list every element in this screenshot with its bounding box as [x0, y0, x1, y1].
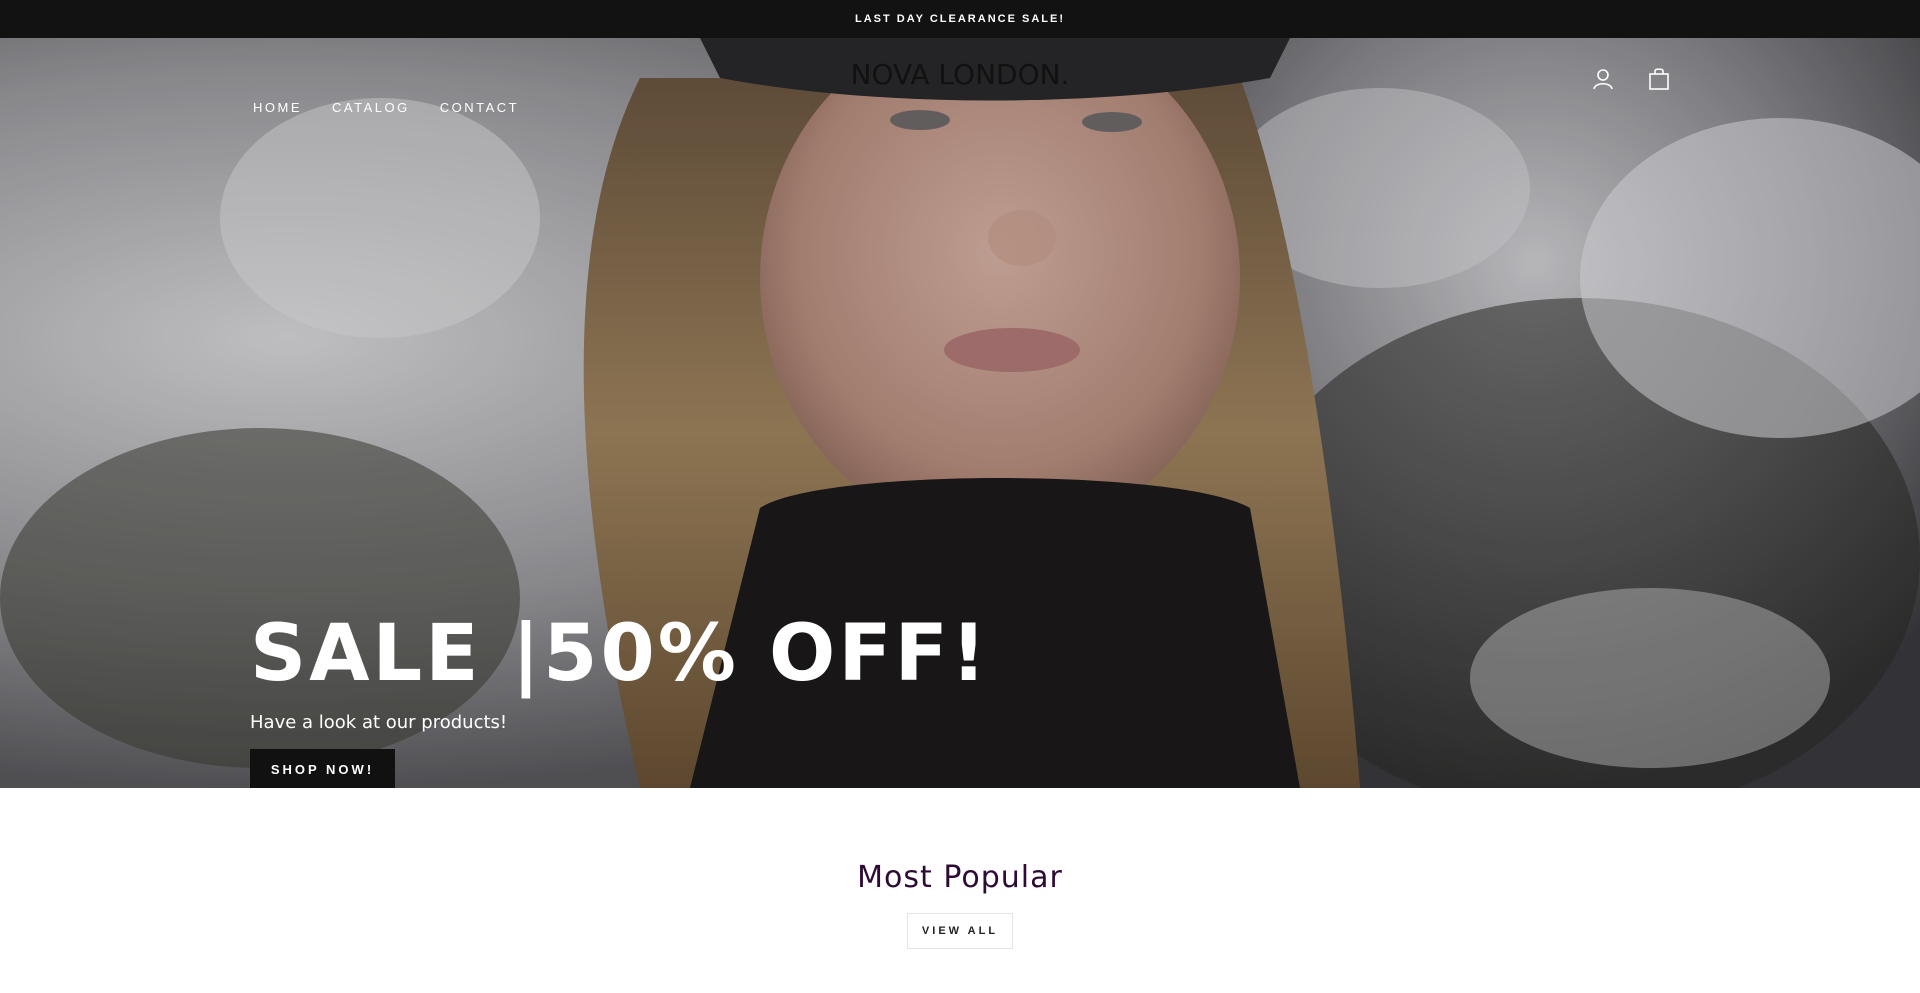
header-icons: [1590, 66, 1672, 92]
view-all-button[interactable]: VIEW ALL: [907, 913, 1013, 949]
section-title: Most Popular: [857, 860, 1063, 895]
nav-contact[interactable]: CONTACT: [440, 100, 519, 115]
account-icon[interactable]: [1590, 66, 1616, 92]
most-popular-section: Most Popular VIEW ALL: [0, 788, 1920, 993]
hero-content: SALE |50% OFF! Have a look at our produc…: [250, 608, 989, 788]
site-logo[interactable]: NOVA LONDON.: [851, 58, 1070, 91]
hero-title: SALE |50% OFF!: [250, 609, 990, 699]
cart-icon[interactable]: [1646, 66, 1672, 92]
nav-catalog[interactable]: CATALOG: [332, 100, 410, 115]
nav-home[interactable]: HOME: [253, 100, 302, 115]
shop-now-button[interactable]: SHOP NOW!: [250, 749, 395, 788]
hero-banner: HOME CATALOG CONTACT SALE |50% OFF! Have…: [0, 38, 1920, 788]
announcement-bar: LAST DAY CLEARANCE SALE!: [0, 0, 1920, 38]
announcement-text: LAST DAY CLEARANCE SALE!: [855, 13, 1065, 25]
hero-subtitle: Have a look at our products!: [250, 712, 508, 733]
main-nav: HOME CATALOG CONTACT: [253, 100, 519, 115]
